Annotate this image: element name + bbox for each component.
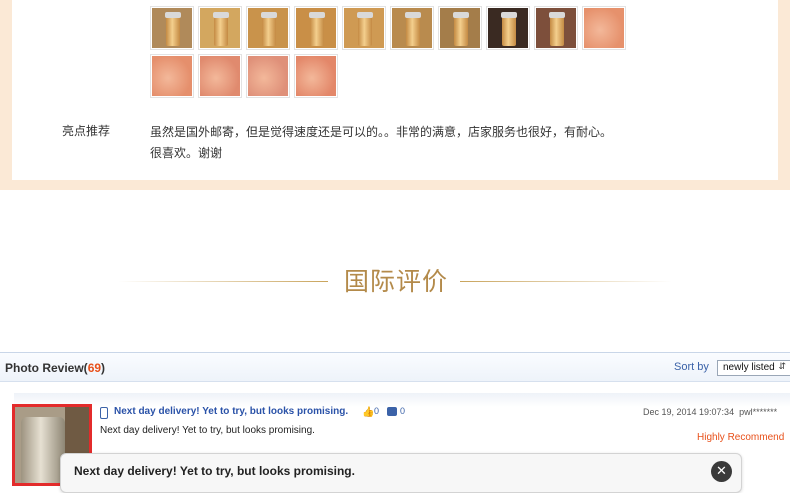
- cup-body: [214, 14, 228, 46]
- skin-photo-icon: [248, 56, 288, 96]
- highlight-label: 亮点推荐: [62, 124, 111, 138]
- review-photo-thumb[interactable]: [486, 6, 530, 50]
- review-photo-thumb[interactable]: [294, 6, 338, 50]
- photo-review-header: Photo Review(69) Sort by newly listed ⇵: [0, 352, 790, 382]
- cup-lid: [549, 12, 565, 18]
- review-photo-thumb[interactable]: [198, 54, 242, 98]
- skin-photo-icon: [152, 56, 192, 96]
- recommendation-label: Highly Recommend: [697, 432, 785, 443]
- like-count: 0: [374, 406, 380, 416]
- review-photo-thumb[interactable]: [438, 6, 482, 50]
- cup-photo-icon: [344, 8, 384, 48]
- cup-body: [358, 14, 372, 46]
- cup-body: [166, 14, 180, 46]
- review-date: Dec 19, 2014 19:07:34: [643, 407, 735, 417]
- divider-line-left: [118, 281, 328, 282]
- cup-photo-icon: [152, 8, 192, 48]
- review-popup: Next day delivery! Yet to try, but looks…: [60, 453, 742, 493]
- thumbs-up-icon[interactable]: 👍: [362, 407, 374, 418]
- cup-lid: [309, 12, 325, 18]
- sort-label: Sort by: [674, 361, 709, 373]
- cup-lid: [261, 12, 277, 18]
- cup-body: [262, 14, 276, 46]
- review-photo-thumb[interactable]: [150, 54, 194, 98]
- review-photo-thumb[interactable]: [342, 6, 386, 50]
- cup-body: [454, 14, 468, 46]
- popup-text: Next day delivery! Yet to try, but looks…: [74, 464, 355, 478]
- skin-photo-icon: [584, 8, 624, 48]
- review-photo-thumb[interactable]: [246, 6, 290, 50]
- review-photo-thumb[interactable]: [198, 6, 242, 50]
- cup-lid: [357, 12, 373, 18]
- review-photo-thumb[interactable]: [150, 6, 194, 50]
- close-icon[interactable]: ✕: [711, 461, 732, 482]
- divider-line-right: [460, 281, 672, 282]
- review-row-band: [14, 393, 790, 407]
- cup-body: [310, 14, 324, 46]
- cup-lid: [165, 12, 181, 18]
- cup-lid: [501, 12, 517, 18]
- cup-photo-icon: [200, 8, 240, 48]
- sort-select-value: newly listed: [723, 362, 775, 373]
- cup-lid: [405, 12, 421, 18]
- review-photo-thumb[interactable]: [390, 6, 434, 50]
- mobile-phone-icon: [100, 407, 108, 419]
- review-text: Next day delivery! Yet to try, but looks…: [100, 425, 315, 436]
- cup-photo-icon: [392, 8, 432, 48]
- cup-body: [406, 14, 420, 46]
- cup-photo-icon: [21, 417, 65, 483]
- photo-review-title-end: ): [101, 361, 106, 375]
- review-photo-thumb[interactable]: [294, 54, 338, 98]
- comment-icon[interactable]: [387, 407, 397, 416]
- cup-photo-icon: [536, 8, 576, 48]
- review-photo-thumb[interactable]: [246, 54, 290, 98]
- skin-photo-icon: [296, 56, 336, 96]
- cup-photo-icon: [296, 8, 336, 48]
- highlight-text-line-1: 虽然是国外邮寄，但是觉得速度还是可以的。。非常的满意，店家服务也很好，有耐心。: [150, 125, 613, 139]
- section-title: 国际评价: [343, 267, 448, 296]
- review-photo-thumb[interactable]: [582, 6, 626, 50]
- cup-photo-icon: [248, 8, 288, 48]
- photo-review-title-text: Photo Review(: [5, 361, 88, 375]
- comment-count: 0: [400, 406, 406, 416]
- skin-photo-icon: [200, 56, 240, 96]
- chevron-updown-icon: ⇵: [778, 361, 786, 371]
- cup-body: [550, 14, 564, 46]
- review-meta: Dec 19, 2014 19:07:34 pwl*******: [643, 407, 777, 417]
- photo-review-count: 69: [87, 361, 102, 375]
- highlight-text-line-2: 很喜欢。谢谢: [150, 146, 223, 160]
- review-user: pwl*******: [739, 407, 778, 417]
- cup-photo-icon: [440, 8, 480, 48]
- review-photo-thumb[interactable]: [534, 6, 578, 50]
- cup-body: [502, 14, 516, 46]
- highlight-text: 虽然是国外邮寄，但是觉得速度还是可以的。。非常的满意，店家服务也很好，有耐心。 …: [150, 122, 710, 164]
- cup-photo-icon: [488, 8, 528, 48]
- cup-lid: [213, 12, 229, 18]
- review-title-link[interactable]: Next day delivery! Yet to try, but looks…: [114, 406, 348, 417]
- section-divider: 国际评价: [0, 262, 790, 302]
- sort-select[interactable]: newly listed ⇵: [717, 360, 790, 376]
- cup-lid: [453, 12, 469, 18]
- photo-review-title: Photo Review(69): [5, 361, 105, 375]
